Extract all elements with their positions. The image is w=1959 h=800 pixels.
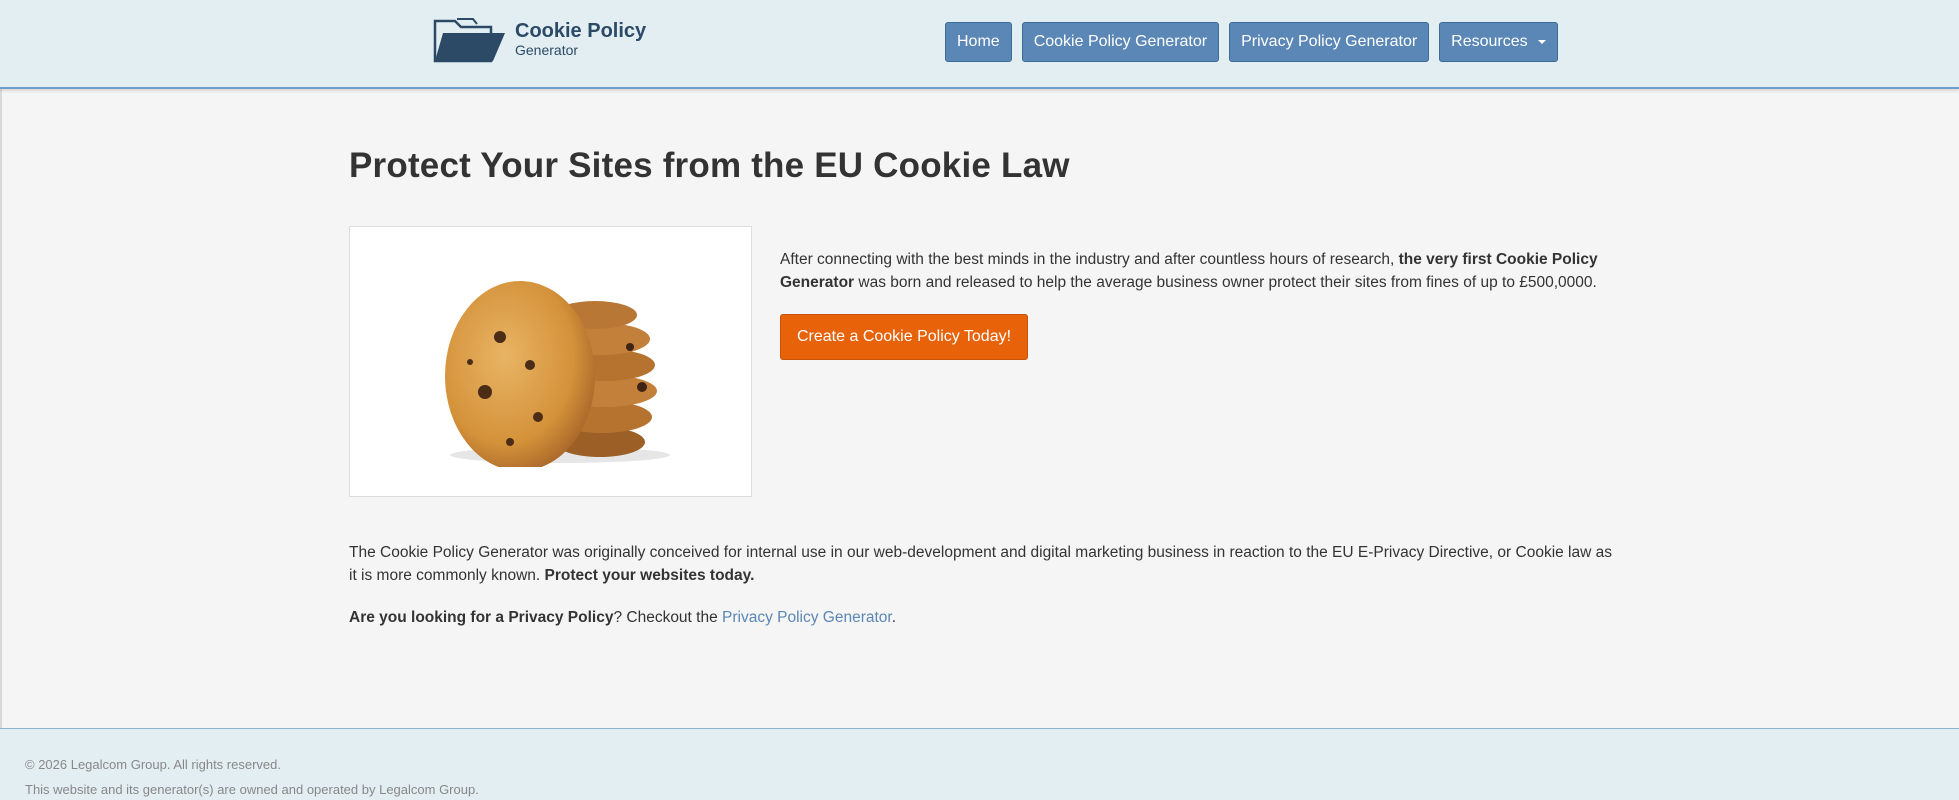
nav-resources-dropdown[interactable]: Resources — [1439, 22, 1558, 62]
nav-home-label: Home — [957, 33, 1000, 50]
main-content: Protect Your Sites from the EU Cookie La… — [349, 89, 1619, 629]
site-logo[interactable]: Cookie Policy Generator — [433, 14, 663, 64]
privacy-question: Are you looking for a Privacy Policy — [349, 609, 614, 626]
page-left-border — [0, 0, 2, 800]
nav-privacy-policy-generator[interactable]: Privacy Policy Generator — [1229, 22, 1430, 62]
cookie-stack-image — [445, 281, 670, 467]
create-cookie-policy-button[interactable]: Create a Cookie Policy Today! — [780, 314, 1029, 360]
feature-section: After connecting with the best minds in … — [349, 226, 1619, 497]
cookie-image — [349, 226, 752, 497]
about-text: The Cookie Policy Generator was original… — [349, 544, 1612, 584]
caret-down-icon — [1537, 40, 1546, 44]
privacy-policy-paragraph: Are you looking for a Privacy Policy? Ch… — [349, 606, 1619, 629]
nav-home[interactable]: Home — [945, 22, 1012, 62]
create-cookie-policy-label: Create a Cookie Policy Today! — [797, 328, 1012, 345]
site-header: Cookie Policy Generator Home Cookie Poli… — [0, 0, 1959, 89]
nav-resources-label: Resources — [1451, 33, 1528, 50]
nav-cookie-policy-generator-label: Cookie Policy Generator — [1033, 33, 1208, 50]
folder-icon — [433, 18, 505, 63]
privacy-policy-generator-link[interactable]: Privacy Policy Generator — [722, 609, 892, 626]
intro-text: After connecting with the best minds in … — [780, 248, 1619, 294]
intro-text-start: After connecting with the best minds in … — [780, 251, 1399, 268]
about-paragraph: The Cookie Policy Generator was original… — [349, 541, 1619, 587]
site-footer: © 2026 Legalcom Group. All rights reserv… — [0, 728, 1959, 800]
privacy-checkout-text: ? Checkout the — [613, 609, 723, 626]
intro-text-end: was born and released to help the averag… — [854, 274, 1597, 291]
main-nav: Home Cookie Policy Generator Privacy Pol… — [945, 22, 1558, 62]
nav-cookie-policy-generator[interactable]: Cookie Policy Generator — [1021, 22, 1220, 62]
privacy-end-period: . — [891, 609, 897, 626]
ownership-text: This website and its generator(s) are ow… — [25, 782, 479, 797]
nav-privacy-policy-generator-label: Privacy Policy Generator — [1241, 33, 1418, 50]
logo-title: Cookie Policy — [515, 20, 647, 42]
copyright-text: © 2026 Legalcom Group. All rights reserv… — [25, 757, 281, 772]
page-title: Protect Your Sites from the EU Cookie La… — [349, 146, 1070, 185]
logo-subtitle: Generator — [515, 42, 579, 58]
about-bold: Protect your websites today. — [544, 567, 755, 584]
